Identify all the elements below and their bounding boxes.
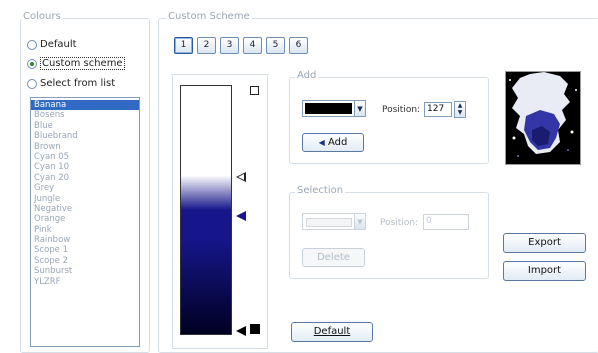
selection-position-field[interactable]: 0 bbox=[423, 214, 469, 230]
add-position-field[interactable]: 127 bbox=[424, 102, 452, 117]
colour-list-item[interactable]: Orange bbox=[31, 214, 139, 224]
colour-list[interactable]: Banana Bosens Blue Bluebrand Brown Cyan 05 Cya… bbox=[30, 97, 140, 347]
scheme-number-button[interactable]: 4 bbox=[243, 37, 262, 54]
default-button[interactable]: Default bbox=[291, 322, 373, 342]
scheme-number-button[interactable]: 3 bbox=[220, 37, 239, 54]
colour-list-item[interactable]: Cyan 20 bbox=[31, 173, 139, 183]
preview-canvas bbox=[506, 72, 580, 164]
selection-color-combo[interactable]: ▼ bbox=[302, 213, 366, 230]
spinner-up-icon[interactable]: ▲ bbox=[455, 102, 465, 109]
radio-select-from-list-circle[interactable] bbox=[27, 78, 37, 89]
colour-list-item[interactable]: Grey bbox=[31, 183, 139, 193]
marker-top[interactable] bbox=[250, 86, 259, 95]
marker-bottom[interactable] bbox=[250, 324, 260, 334]
colour-list-item[interactable]: Cyan 05 bbox=[31, 152, 139, 162]
delete-button[interactable]: Delete bbox=[302, 248, 365, 267]
colour-list-item[interactable]: Scope 1 bbox=[31, 245, 139, 255]
add-arrow-icon: ◀ bbox=[318, 138, 325, 147]
radio-default-label: Default bbox=[40, 39, 77, 50]
colour-list-item[interactable]: Negative bbox=[31, 204, 139, 214]
preview-image bbox=[505, 71, 581, 165]
selection-title: Selection bbox=[295, 185, 346, 197]
colour-list-items: Banana Bosens Blue Bluebrand Brown Cyan 05 Cya… bbox=[31, 98, 139, 287]
add-position-label: Position: bbox=[382, 105, 421, 115]
export-button[interactable]: Export bbox=[503, 233, 586, 253]
add-color-swatch bbox=[305, 103, 352, 114]
colour-list-item[interactable]: Banana bbox=[31, 100, 139, 111]
radio-default-circle[interactable] bbox=[27, 39, 37, 50]
radio-custom-scheme[interactable]: Custom scheme bbox=[27, 57, 125, 70]
radio-default[interactable]: Default bbox=[27, 39, 77, 50]
colour-list-item[interactable]: Jungle bbox=[31, 194, 139, 204]
radio-custom-scheme-label: Custom scheme bbox=[40, 57, 125, 70]
colour-list-item[interactable]: Brown bbox=[31, 142, 139, 152]
colour-list-item[interactable]: Blue bbox=[31, 121, 139, 131]
scheme-number-button[interactable]: 6 bbox=[289, 37, 308, 54]
chevron-down-icon[interactable]: ▼ bbox=[354, 214, 365, 229]
add-color-combo[interactable]: ▼ bbox=[302, 100, 366, 117]
colour-list-item[interactable]: Bluebrand bbox=[31, 131, 139, 141]
selection-color-swatch bbox=[306, 218, 352, 227]
radio-custom-scheme-circle[interactable] bbox=[27, 58, 37, 69]
gradient-bar[interactable] bbox=[180, 85, 232, 335]
colour-list-item[interactable]: Rainbow bbox=[31, 235, 139, 245]
marker-blue[interactable] bbox=[236, 211, 246, 221]
radio-select-from-list-label: Select from list bbox=[40, 78, 116, 89]
import-button[interactable]: Import bbox=[503, 261, 586, 281]
add-button[interactable]: ◀ Add bbox=[302, 133, 364, 152]
spinner-down-icon[interactable]: ▼ bbox=[455, 109, 465, 116]
radio-select-from-list[interactable]: Select from list bbox=[27, 78, 115, 89]
colour-list-item[interactable]: Bosens bbox=[31, 110, 139, 120]
scheme-number-button[interactable]: 5 bbox=[266, 37, 285, 54]
position-spinner[interactable]: ▲ ▼ bbox=[454, 101, 466, 118]
marker-bottom-arrow[interactable] bbox=[236, 326, 246, 336]
colour-list-item[interactable]: Pink bbox=[31, 225, 139, 235]
selection-position-label: Position: bbox=[380, 218, 419, 228]
colours-title: Colours bbox=[21, 11, 63, 23]
scheme-number-button[interactable]: 1 bbox=[174, 37, 193, 54]
add-title: Add bbox=[295, 70, 319, 82]
scheme-number-button[interactable]: 2 bbox=[197, 37, 216, 54]
colour-list-item[interactable]: Scope 2 bbox=[31, 256, 139, 266]
colour-list-item[interactable]: Sunburst bbox=[31, 266, 139, 276]
custom-scheme-title: Custom Scheme bbox=[166, 11, 252, 23]
chevron-down-icon[interactable]: ▼ bbox=[354, 101, 365, 116]
marker-white-inner bbox=[238, 174, 244, 180]
colour-list-item[interactable]: Cyan 10 bbox=[31, 162, 139, 172]
colour-list-item[interactable]: YLZRF bbox=[31, 277, 139, 287]
